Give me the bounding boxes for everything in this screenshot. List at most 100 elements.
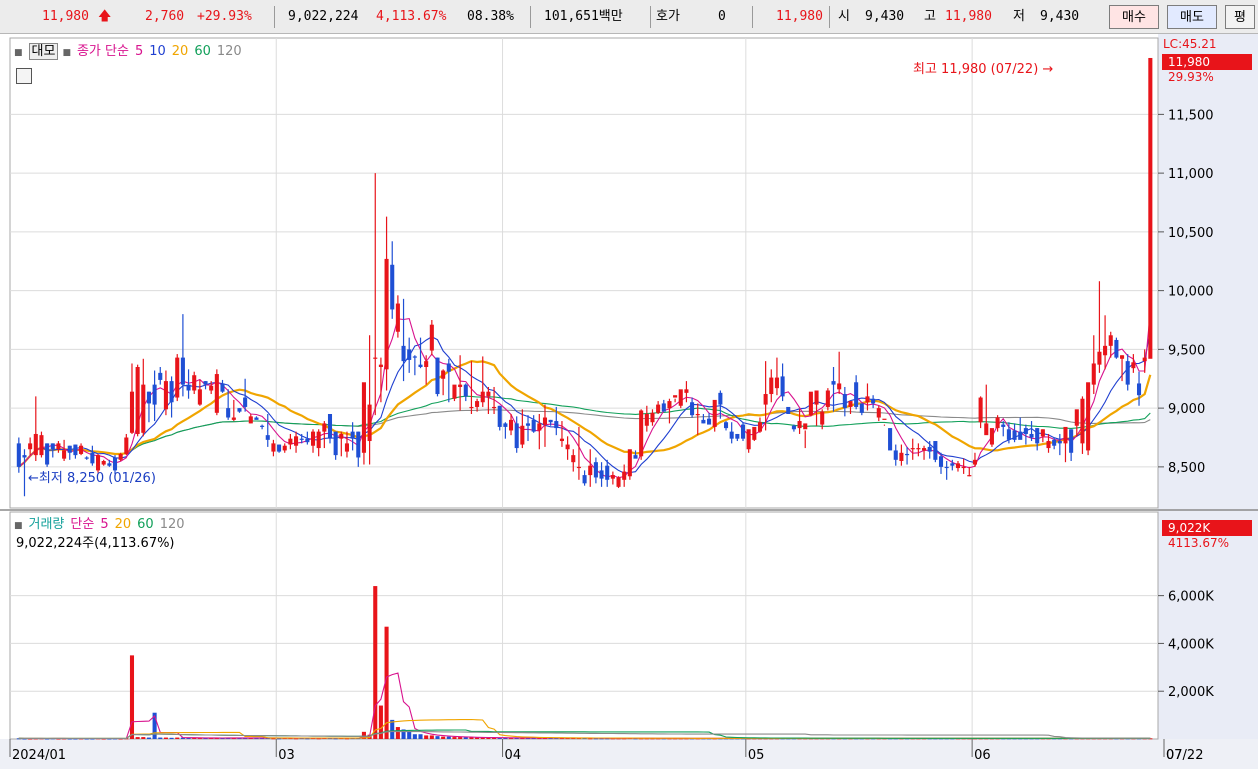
- volume-ma-label: 단순: [70, 517, 95, 532]
- divider: [530, 6, 531, 28]
- candle-body: [678, 389, 683, 406]
- candle: [277, 444, 282, 453]
- legend-box-icon: ■: [14, 521, 23, 531]
- candle-body: [1080, 398, 1085, 444]
- volume-bar: [463, 737, 468, 739]
- candle-body: [418, 364, 423, 367]
- candle-body: [695, 414, 700, 416]
- trade-amount: 101,651백만: [544, 9, 623, 24]
- volume-bar: [141, 737, 146, 739]
- sell-button[interactable]: 매도: [1167, 5, 1217, 29]
- candle-body: [265, 435, 270, 440]
- buy-button[interactable]: 매수: [1109, 5, 1159, 29]
- candle: [627, 449, 632, 480]
- candle-body: [910, 448, 915, 450]
- candle-body: [1057, 441, 1062, 444]
- candle-body: [831, 381, 836, 385]
- candle-body: [684, 389, 689, 393]
- vol-ma-period-120: 120: [159, 517, 185, 532]
- candle: [786, 406, 791, 414]
- candle-body: [905, 453, 910, 456]
- candle-body: [1052, 439, 1057, 446]
- average-button[interactable]: 평: [1225, 5, 1255, 29]
- candle: [678, 389, 683, 409]
- candle: [740, 422, 746, 442]
- candle-body: [938, 456, 944, 467]
- candle-body: [356, 431, 361, 458]
- candle-body: [45, 443, 50, 465]
- vol-ma-period-20: 20: [114, 517, 132, 532]
- candle-body: [1012, 430, 1017, 440]
- candle-body: [961, 466, 966, 469]
- candle-body: [163, 381, 168, 410]
- candle-body: [842, 394, 847, 409]
- candle-body: [933, 441, 938, 460]
- candle: [1086, 382, 1091, 456]
- candle-body: [588, 465, 593, 476]
- candle-body: [944, 466, 949, 469]
- price-change-pct: +29.93%: [197, 9, 252, 24]
- x-tick-label: 05: [748, 748, 765, 763]
- candle-body: [871, 398, 876, 404]
- candle-body: [1074, 409, 1079, 426]
- candle-body: [503, 423, 508, 427]
- candle-body: [1103, 345, 1108, 356]
- candle-body: [854, 382, 859, 407]
- candle-body: [690, 402, 695, 416]
- volume-bar: [424, 735, 429, 739]
- price-volume-chart[interactable]: 2024/01 03 04 05 06 0707/228,5009,0009,50010,…: [0, 34, 1258, 769]
- candle-body: [486, 391, 491, 397]
- volume-bar: [452, 737, 457, 739]
- legend-box-icon: ■: [14, 48, 23, 58]
- price-panel-tag[interactable]: 대모: [28, 43, 59, 60]
- price-change: 2,760: [145, 9, 185, 24]
- candle: [39, 431, 44, 458]
- price-legend: ■ 대모 ■ 종가 단순 5 10 20 60 120: [14, 40, 248, 60]
- candle-body: [735, 433, 740, 439]
- volume-y-tick-label: 2,000K: [1168, 685, 1214, 700]
- candle-body: [146, 391, 151, 404]
- candle: [712, 399, 717, 432]
- candle: [808, 391, 813, 417]
- volume-bar: [158, 737, 163, 739]
- open-label: 시: [838, 9, 850, 24]
- candle-body: [310, 431, 316, 446]
- candle-body: [859, 403, 864, 413]
- volume-y-tick-label: 6,000K: [1168, 590, 1214, 605]
- candle: [497, 405, 502, 431]
- candle-body: [254, 417, 259, 420]
- candle-body: [599, 470, 604, 479]
- ma-period-20: 20: [171, 44, 189, 59]
- candle-body: [605, 465, 610, 480]
- x-tick-label: 03: [278, 748, 295, 763]
- high-price: 11,980: [945, 9, 992, 24]
- candle-body: [1131, 362, 1136, 369]
- candle-body: [73, 444, 78, 456]
- candle-body: [707, 418, 712, 425]
- candle-body: [480, 391, 485, 403]
- candle-body: [582, 475, 587, 484]
- candle-body: [1063, 426, 1068, 444]
- candle: [1148, 57, 1153, 359]
- price-y-tick-label: 11,000: [1168, 167, 1214, 182]
- volume-summary: 9,022,224주(4,113.67%): [16, 536, 175, 551]
- price-y-tick-label: 8,500: [1168, 461, 1205, 476]
- candle-body: [786, 406, 791, 414]
- ma-period-5: 5: [134, 44, 144, 59]
- table-grid-icon[interactable]: [16, 68, 32, 84]
- candle-body: [424, 361, 429, 367]
- candle-body: [509, 419, 514, 431]
- candle-body: [373, 357, 378, 359]
- ma-period-120: 120: [216, 44, 242, 59]
- price-y-tick-label: 10,500: [1168, 226, 1214, 241]
- candle-body: [984, 423, 989, 436]
- candle-body: [1023, 428, 1028, 434]
- candle: [118, 452, 123, 461]
- candle-body: [848, 401, 853, 407]
- volume-bar: [169, 737, 174, 739]
- candle-body: [1148, 57, 1153, 359]
- candle-body: [1114, 339, 1119, 358]
- candle-body: [237, 408, 242, 412]
- volume-bar: [390, 719, 395, 739]
- price-y-tick-label: 10,000: [1168, 285, 1214, 300]
